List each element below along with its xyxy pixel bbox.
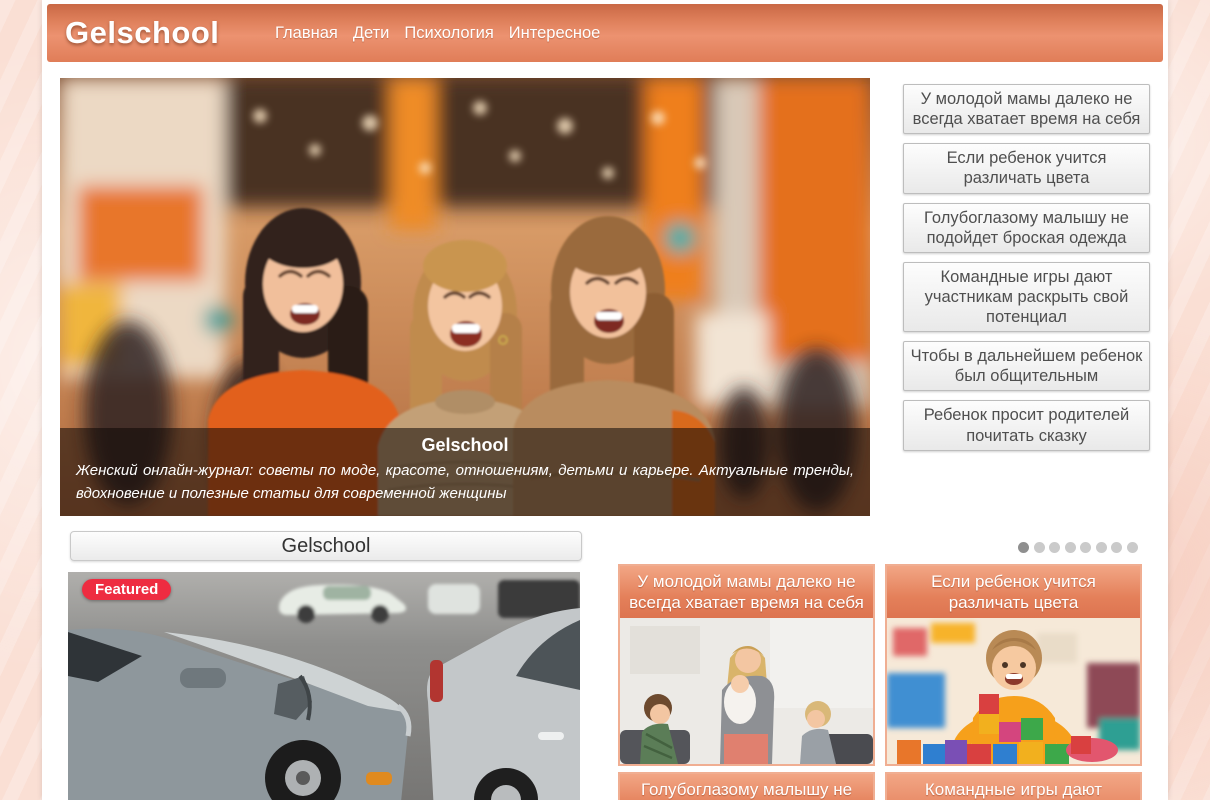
- nav-item-children[interactable]: Дети: [353, 24, 390, 43]
- nav-item-home[interactable]: Главная: [275, 24, 338, 43]
- featured-photo-car-crash: [68, 572, 580, 800]
- hero-overlay: Gelschool Женский онлайн-журнал: советы …: [60, 428, 870, 516]
- article-card-title[interactable]: Голубоглазому малышу не подойдет броская…: [620, 774, 873, 800]
- site-header: Gelschool Главная Дети Психология Интере…: [47, 4, 1163, 62]
- sidebar-link-team-games[interactable]: Командные игры дают участникам раскрыть …: [903, 262, 1150, 332]
- nav-item-psychology[interactable]: Психология: [404, 24, 493, 43]
- pagination-dot[interactable]: [1018, 542, 1029, 553]
- pagination-dot[interactable]: [1034, 542, 1045, 553]
- hero-banner: Gelschool Женский онлайн-журнал: советы …: [60, 78, 870, 516]
- featured-badge: Featured: [82, 579, 171, 600]
- article-card-title[interactable]: Командные игры дают участникам раскрыть …: [887, 774, 1140, 800]
- content-wrapper: Gelschool Главная Дети Психология Интере…: [42, 0, 1168, 800]
- pagination-dot[interactable]: [1065, 542, 1076, 553]
- section-heading: Gelschool: [70, 531, 582, 561]
- site-logo[interactable]: Gelschool: [65, 15, 219, 51]
- sidebar-link-blue-eyed[interactable]: Голубоглазому малышу не подойдет броская…: [903, 203, 1150, 253]
- article-card-title[interactable]: У молодой мамы далеко не всегда хватает …: [620, 566, 873, 618]
- article-card-young-mom[interactable]: У молодой мамы далеко не всегда хватает …: [618, 564, 875, 766]
- sidebar: У молодой мамы далеко не всегда хватает …: [903, 84, 1150, 460]
- hero-description: Женский онлайн-журнал: советы по моде, к…: [76, 459, 854, 505]
- card-photo-toddler-with-blocks: [887, 618, 1140, 764]
- article-card-image: [887, 618, 1140, 764]
- featured-article[interactable]: Featured: [68, 572, 580, 800]
- pagination-dot[interactable]: [1096, 542, 1107, 553]
- pagination-dot[interactable]: [1049, 542, 1060, 553]
- pagination-dot[interactable]: [1080, 542, 1091, 553]
- article-card-blue-eyed[interactable]: Голубоглазому малышу не подойдет броская…: [618, 772, 875, 800]
- nav-item-interesting[interactable]: Интересное: [509, 24, 601, 43]
- card-photo-mom-with-kids: [620, 618, 873, 764]
- article-card-colors[interactable]: Если ребенок учится различать цвета: [885, 564, 1142, 766]
- main-nav: Главная Дети Психология Интересное: [275, 4, 615, 62]
- article-card-image: [620, 618, 873, 764]
- hero-title: Gelschool: [76, 433, 854, 457]
- sidebar-link-sociable[interactable]: Чтобы в дальнейшем ребенок был общительн…: [903, 341, 1150, 391]
- carousel-pagination: [1018, 542, 1138, 553]
- article-card-title[interactable]: Если ребенок учится различать цвета: [887, 566, 1140, 618]
- pagination-dot[interactable]: [1127, 542, 1138, 553]
- sidebar-link-fairytale[interactable]: Ребенок просит родителей почитать сказку: [903, 400, 1150, 450]
- sidebar-link-young-mom[interactable]: У молодой мамы далеко не всегда хватает …: [903, 84, 1150, 134]
- article-cards: У молодой мамы далеко не всегда хватает …: [618, 564, 1142, 800]
- pagination-dot[interactable]: [1111, 542, 1122, 553]
- article-card-team-games[interactable]: Командные игры дают участникам раскрыть …: [885, 772, 1142, 800]
- sidebar-link-colors[interactable]: Если ребенок учится различать цвета: [903, 143, 1150, 193]
